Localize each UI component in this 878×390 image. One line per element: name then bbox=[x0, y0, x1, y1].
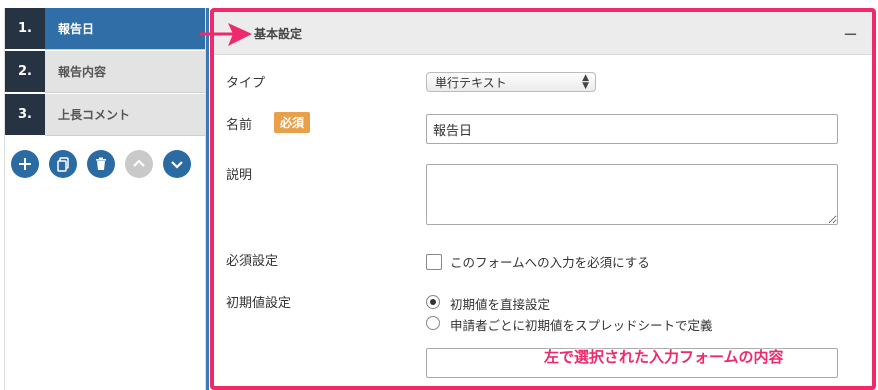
chevron-up-icon bbox=[133, 159, 145, 167]
copy-field-button[interactable] bbox=[49, 150, 77, 178]
move-down-button[interactable] bbox=[163, 150, 191, 178]
type-select[interactable]: 単行テキスト ▲ ▼ bbox=[426, 72, 596, 92]
field-item-3[interactable]: 3. 上長コメント bbox=[5, 94, 205, 136]
move-up-button[interactable] bbox=[125, 150, 153, 178]
collapse-button[interactable]: − bbox=[843, 24, 858, 45]
field-item-number: 2. bbox=[5, 51, 45, 92]
panel-title: 基本設定 bbox=[214, 12, 872, 55]
initial-value-label: 初期値設定 bbox=[226, 296, 292, 311]
description-label: 説明 bbox=[226, 168, 253, 183]
plus-icon bbox=[19, 158, 31, 170]
name-label: 名前 bbox=[226, 118, 253, 133]
field-item-number: 3. bbox=[5, 94, 45, 135]
field-item-label: 報告日 bbox=[45, 8, 205, 50]
field-item-label: 上長コメント bbox=[45, 94, 205, 136]
field-item-2[interactable]: 2. 報告内容 bbox=[5, 51, 205, 93]
type-label: タイプ bbox=[226, 76, 266, 91]
field-settings-panel: 基本設定 − タイプ 単行テキスト ▲▼ 名前 必須 説明 必須設定 このフォー… bbox=[210, 8, 876, 390]
required-checkbox[interactable] bbox=[426, 254, 442, 270]
select-arrows-icon: ▲ ▼ bbox=[582, 73, 589, 91]
chevron-down-icon bbox=[171, 161, 183, 169]
initial-direct-radio[interactable] bbox=[426, 295, 440, 309]
initial-direct-text: 初期値を直接設定 bbox=[450, 297, 551, 312]
initial-spreadsheet-text: 申請者ごとに初期値をスプレッドシートで定義 bbox=[450, 318, 713, 333]
name-input[interactable] bbox=[426, 114, 838, 144]
delete-field-button[interactable] bbox=[87, 150, 115, 178]
description-textarea[interactable] bbox=[426, 164, 838, 225]
required-badge: 必須 bbox=[274, 112, 311, 133]
copy-icon bbox=[57, 157, 69, 172]
annotation-arrow-icon bbox=[200, 23, 252, 46]
required-setting-label: 必須設定 bbox=[226, 254, 279, 269]
initial-spreadsheet-radio[interactable] bbox=[426, 316, 440, 330]
required-checkbox-text: このフォームへの入力を必須にする bbox=[450, 255, 650, 270]
add-field-button[interactable] bbox=[11, 150, 39, 178]
field-item-label: 報告内容 bbox=[45, 51, 205, 93]
annotation-caption: 左で選択された入力フォームの内容 bbox=[544, 348, 784, 366]
panel-divider bbox=[206, 8, 209, 390]
trash-icon bbox=[96, 157, 106, 170]
field-item-number: 1. bbox=[5, 8, 45, 49]
type-select-value: 単行テキスト bbox=[435, 75, 507, 90]
field-list-panel: 1. 報告日 2. 報告内容 3. 上長コメント bbox=[4, 8, 206, 390]
field-item-1[interactable]: 1. 報告日 bbox=[5, 8, 205, 50]
